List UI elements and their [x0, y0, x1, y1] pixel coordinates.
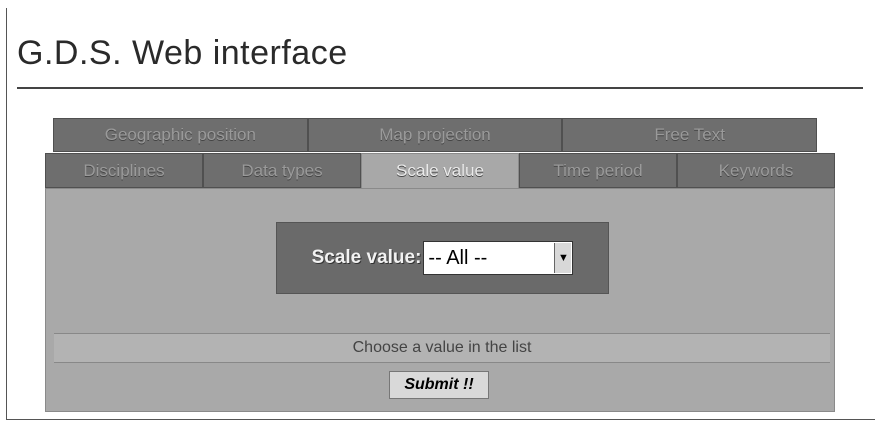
scale-value-select[interactable]: -- All -- ▼ — [423, 241, 574, 275]
submit-button[interactable]: Submit !! — [389, 371, 489, 399]
scale-value-box: Scale value: -- All -- ▼ — [276, 222, 609, 294]
select-value: -- All -- — [428, 246, 488, 269]
tab-disciplines[interactable]: Disciplines — [45, 153, 203, 188]
tab-free-text[interactable]: Free Text — [562, 118, 818, 152]
tab-map-projection[interactable]: Map projection — [307, 118, 563, 152]
tab-keywords[interactable]: Keywords — [677, 153, 835, 188]
page-frame: G.D.S. Web interface Geographic position… — [6, 8, 875, 420]
tab-data-types[interactable]: Data types — [203, 153, 361, 188]
hint-text: Choose a value in the list — [54, 333, 830, 363]
page-title: G.D.S. Web interface — [17, 34, 348, 72]
tab-bar-bottom: Disciplines Data types Scale value Time … — [45, 153, 835, 188]
tab-time-period[interactable]: Time period — [519, 153, 677, 188]
scale-value-label: Scale value: — [311, 247, 422, 268]
tab-scale-value[interactable]: Scale value — [361, 153, 519, 188]
dropdown-arrow-icon[interactable]: ▼ — [554, 243, 572, 273]
tab-panel: Scale value: -- All -- ▼ Choose a value … — [45, 188, 835, 412]
tab-bar-top: Geographic position Map projection Free … — [53, 118, 818, 152]
title-divider — [17, 87, 863, 89]
tab-geographic-position[interactable]: Geographic position — [53, 118, 308, 152]
